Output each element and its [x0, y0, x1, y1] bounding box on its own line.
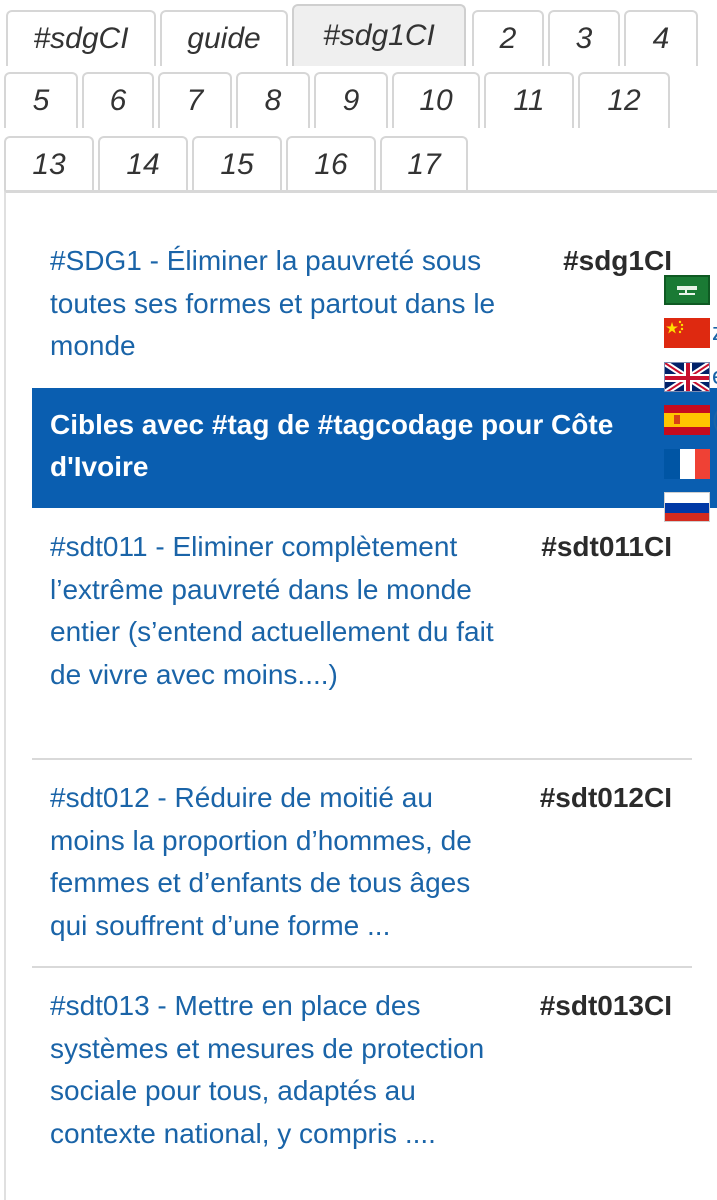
tab-sdg1ci[interactable]: #sdg1CI: [292, 4, 466, 66]
tab-13[interactable]: 13: [4, 136, 94, 192]
tab-label: #sdgCI: [33, 22, 129, 55]
tab-label: 12: [607, 84, 641, 117]
uk-flag-icon[interactable]: [664, 362, 710, 392]
target-tag: #sdt013CI: [539, 990, 672, 1021]
tab-label: 5: [32, 84, 50, 117]
tab-label: #sdg1CI: [323, 19, 435, 52]
tab-label: 11: [513, 84, 545, 117]
target-title-link[interactable]: #sdt011 - Eliminer complètement l’extrêm…: [50, 526, 510, 696]
tab-7[interactable]: 7: [158, 72, 232, 128]
tab-15[interactable]: 15: [192, 136, 282, 192]
goal-tag: #sdg1CI: [563, 245, 672, 276]
tab-label: 10: [419, 84, 453, 117]
tab-6[interactable]: 6: [82, 72, 154, 128]
tab-3[interactable]: 3: [548, 10, 620, 66]
tab-label: 3: [575, 22, 593, 55]
language-label: z: [712, 318, 717, 348]
language-label: e: [712, 362, 717, 392]
france-flag-icon[interactable]: [664, 449, 710, 479]
tab-label: 9: [342, 84, 360, 117]
tab-4[interactable]: 4: [624, 10, 698, 66]
tab-sdgci[interactable]: #sdgCI: [6, 10, 156, 66]
target-row: #sdt013 - Mettre en place des systèmes e…: [32, 985, 692, 1200]
goal-title-link[interactable]: #SDG1 - Éliminer la pauvreté sous toutes…: [50, 240, 510, 368]
tab-10[interactable]: 10: [392, 72, 480, 128]
tab-2[interactable]: 2: [472, 10, 544, 66]
targets-banner: Cibles avec #tag de #tagcodage pour Côte…: [32, 388, 717, 508]
tab-label: guide: [187, 22, 261, 55]
row-divider: [32, 966, 692, 968]
tab-label: 17: [407, 148, 441, 181]
russia-flag-icon[interactable]: [664, 492, 710, 522]
tab-guide[interactable]: guide: [160, 10, 288, 66]
tab-8[interactable]: 8: [236, 72, 310, 128]
target-tag: #sdt012CI: [539, 782, 672, 813]
tab-label: 16: [314, 148, 348, 181]
tab-label: 14: [126, 148, 160, 181]
target-row: #sdt011 - Eliminer complètement l’extrêm…: [32, 526, 692, 746]
tab-bar: #sdgCI guide #sdg1CI 2 3 4 5 6 7 8 9 10 …: [0, 0, 717, 192]
spain-flag-icon[interactable]: [664, 405, 710, 435]
tab-9[interactable]: 9: [314, 72, 388, 128]
tab-label: 4: [652, 22, 670, 55]
target-title-link[interactable]: #sdt013 - Mettre en place des systèmes e…: [50, 985, 510, 1155]
tab-12[interactable]: 12: [578, 72, 670, 128]
target-tag: #sdt011CI: [541, 531, 672, 562]
tab-5[interactable]: 5: [4, 72, 78, 128]
tab-label: 8: [264, 84, 282, 117]
tab-label: 13: [32, 148, 66, 181]
goal-row: #SDG1 - Éliminer la pauvreté sous toutes…: [32, 240, 692, 370]
tab-label: 6: [109, 84, 127, 117]
tab-11[interactable]: 11: [484, 72, 574, 128]
tab-14[interactable]: 14: [98, 136, 188, 192]
target-title-link[interactable]: #sdt012 - Réduire de moitié au moins la …: [50, 777, 510, 947]
tab-label: 7: [186, 84, 204, 117]
target-row: #sdt012 - Réduire de moitié au moins la …: [32, 777, 692, 957]
tab-label: 15: [220, 148, 254, 181]
banner-title: Cibles avec #tag de #tagcodage pour Côte…: [50, 409, 614, 482]
language-label: (: [712, 405, 717, 435]
row-divider: [32, 758, 692, 760]
tab-label: 2: [499, 22, 517, 55]
tab-17[interactable]: 17: [380, 136, 468, 192]
tab-16[interactable]: 16: [286, 136, 376, 192]
china-flag-icon[interactable]: [664, 318, 710, 348]
saudi-flag-icon[interactable]: [664, 275, 710, 305]
